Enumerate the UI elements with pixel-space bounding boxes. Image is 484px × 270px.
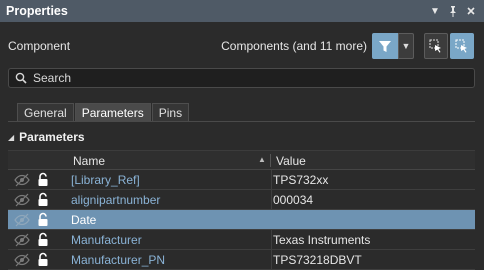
parameter-value[interactable]: TPS73218DBVT — [273, 253, 362, 267]
tab-general[interactable]: General — [17, 103, 74, 122]
collapse-caret-icon[interactable]: ◢ — [8, 133, 14, 142]
search-box[interactable] — [8, 68, 475, 88]
parameter-value[interactable]: Texas Instruments — [273, 233, 370, 247]
panel-titlebar: Properties ▼ — [0, 0, 484, 22]
parameters-grid: Name ▲ Value [Library_Ref] TPS732xx alig… — [8, 150, 475, 270]
select-mode-button[interactable] — [424, 33, 448, 59]
unlocked-icon[interactable] — [37, 212, 49, 227]
tab-bar: General Parameters Pins — [17, 103, 190, 122]
unlocked-icon[interactable] — [37, 252, 49, 267]
filter-button[interactable] — [372, 33, 398, 59]
section-title: Parameters — [19, 130, 85, 144]
unlocked-icon[interactable] — [37, 232, 49, 247]
panel-title: Properties — [6, 4, 68, 18]
column-header-name[interactable]: Name — [73, 154, 105, 168]
pointer-select-icon — [455, 39, 467, 53]
column-header-value[interactable]: Value — [276, 154, 306, 168]
parameter-name: Manufacturer — [71, 233, 142, 247]
cell-separator — [271, 190, 272, 209]
search-icon — [9, 72, 33, 84]
chevron-down-icon: ▼ — [401, 41, 411, 51]
unlocked-icon[interactable] — [37, 192, 49, 207]
tab-parameters[interactable]: Parameters — [74, 103, 151, 122]
visibility-hidden-icon[interactable] — [14, 193, 30, 207]
cell-separator — [271, 250, 272, 269]
visibility-hidden-icon[interactable] — [14, 213, 30, 227]
parameter-name: Date — [71, 213, 97, 227]
table-row[interactable]: Manufacturer Texas Instruments — [8, 230, 475, 250]
parameter-value[interactable]: 000034 — [273, 193, 313, 207]
panel-menu-icon[interactable]: ▼ — [426, 2, 444, 20]
filter-dropdown-button[interactable]: ▼ — [398, 33, 414, 59]
parameter-name: alignipartnumber — [71, 193, 161, 207]
visibility-hidden-icon[interactable] — [14, 233, 30, 247]
panel-controls: ▼ — [426, 0, 484, 22]
table-row[interactable]: Manufacturer_PN TPS73218DBVT — [8, 250, 475, 270]
table-row[interactable]: alignipartnumber 000034 — [8, 190, 475, 210]
sort-ascending-icon: ▲ — [258, 155, 266, 164]
cell-separator — [271, 230, 272, 249]
visibility-hidden-icon[interactable] — [14, 173, 30, 187]
tab-divider — [8, 121, 475, 122]
selection-cursor-icon — [429, 39, 441, 53]
grid-header: Name ▲ Value — [8, 150, 475, 170]
table-row[interactable]: [Library_Ref] TPS732xx — [8, 170, 475, 190]
parameters-section-header[interactable]: ◢ Parameters — [8, 130, 85, 144]
select-filter-button[interactable] — [450, 33, 474, 59]
parameter-value[interactable]: TPS732xx — [273, 173, 328, 187]
parameter-name: Manufacturer_PN — [71, 253, 166, 267]
cell-separator — [271, 170, 272, 189]
column-separator[interactable] — [270, 154, 271, 167]
parameter-name: [Library_Ref] — [71, 173, 140, 187]
component-label: Component — [8, 39, 71, 53]
table-row-selected[interactable]: Date — [8, 210, 475, 230]
visibility-hidden-icon[interactable] — [14, 253, 30, 267]
tab-pins[interactable]: Pins — [151, 103, 190, 122]
component-row: Component Components (and 11 more) ▼ — [0, 32, 484, 60]
close-icon[interactable] — [462, 2, 480, 20]
search-input[interactable] — [33, 71, 453, 85]
filter-icon — [379, 40, 391, 52]
unlocked-icon[interactable] — [37, 172, 49, 187]
pin-icon[interactable] — [444, 2, 462, 20]
component-scope-text: Components (and 11 more) — [221, 39, 367, 53]
